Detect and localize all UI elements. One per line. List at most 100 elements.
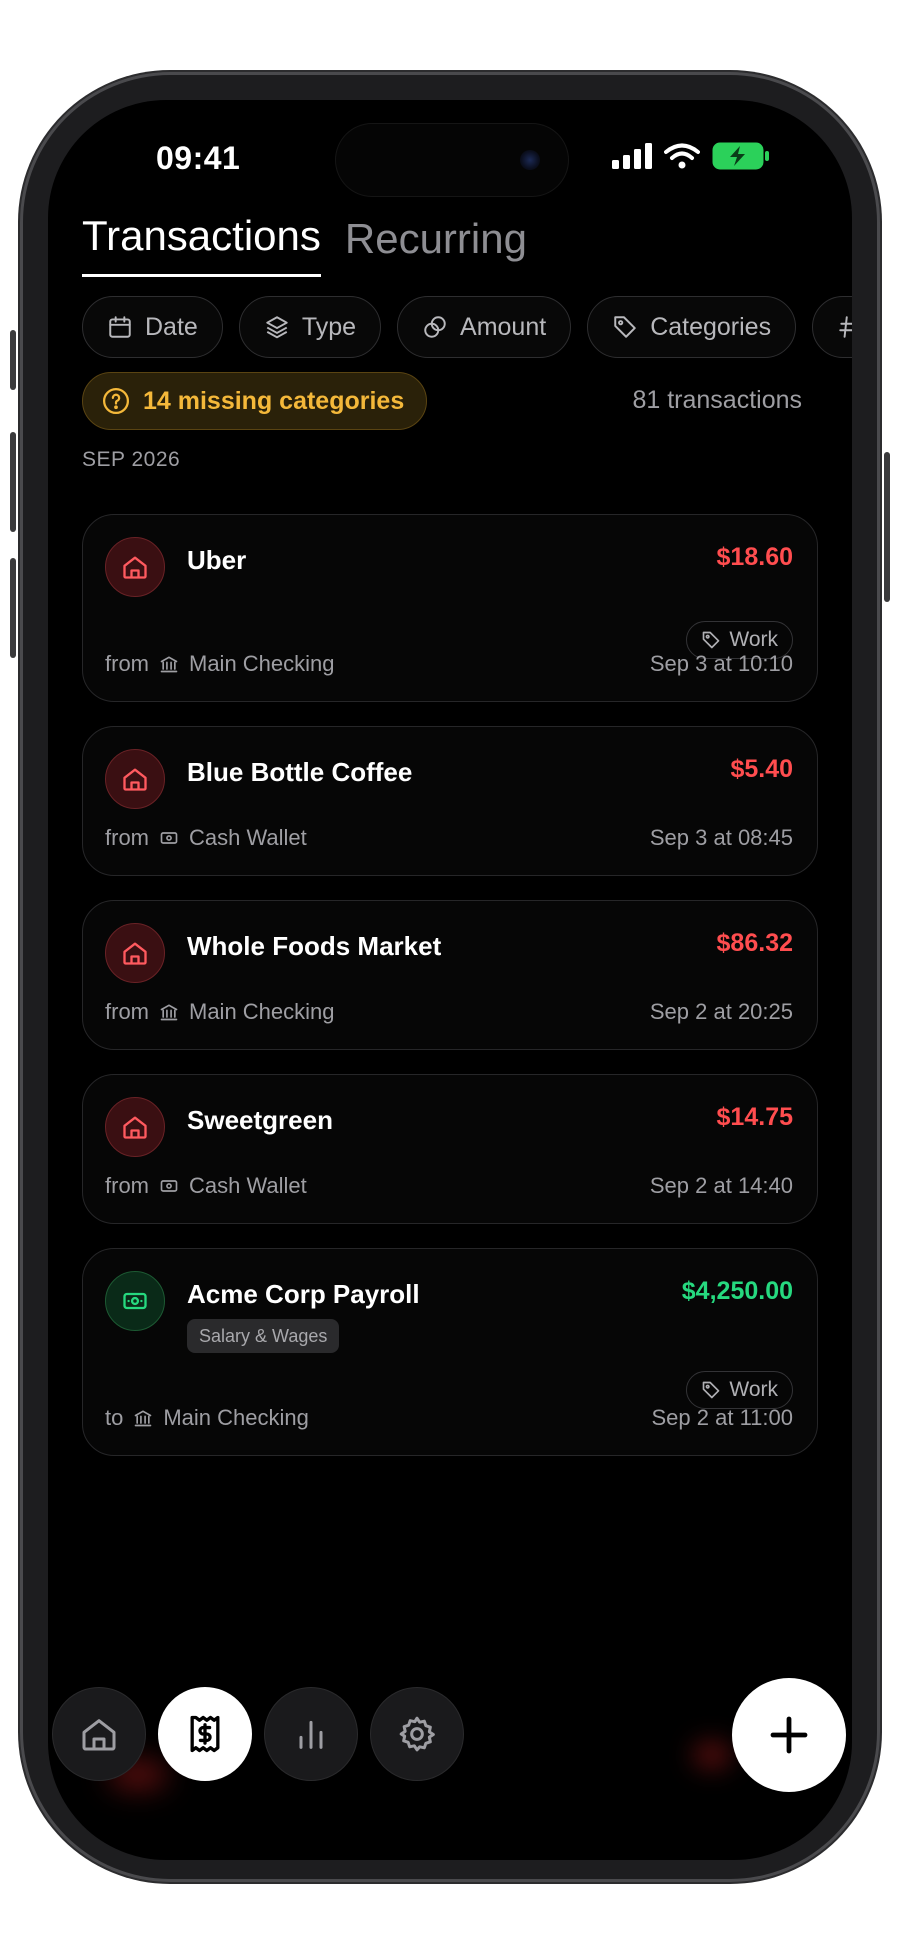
hash-icon bbox=[839, 316, 852, 338]
transaction-account: from Main Checking bbox=[105, 651, 335, 677]
filter-type-button[interactable]: Type bbox=[238, 296, 382, 358]
filter-date-button[interactable]: Date bbox=[82, 296, 223, 358]
account-label: Main Checking bbox=[163, 1405, 309, 1430]
calendar-icon bbox=[109, 316, 131, 338]
transaction-date: Sep 3 at 08:45 bbox=[649, 825, 793, 850]
banknote-icon bbox=[123, 1292, 147, 1310]
tag-icon bbox=[703, 1381, 720, 1399]
filter-categories-label: Categories bbox=[650, 312, 772, 341]
transaction-name: Sweetgreen bbox=[187, 1105, 333, 1135]
segment-tabs: Transactions Recurring bbox=[82, 212, 527, 277]
filter-amount-label: Amount bbox=[460, 312, 547, 341]
transaction-date: Sep 3 at 10:10 bbox=[649, 651, 793, 676]
transaction-account: from Cash Wallet bbox=[105, 825, 307, 851]
category-icon bbox=[105, 923, 165, 983]
transaction-name: Blue Bottle Coffee bbox=[187, 757, 413, 787]
tag-icon bbox=[614, 316, 636, 338]
nav-settings-button[interactable] bbox=[370, 1687, 464, 1781]
tag-label: Work bbox=[729, 628, 778, 651]
nav-home-button[interactable] bbox=[52, 1687, 146, 1781]
nav-transactions-button[interactable] bbox=[158, 1687, 252, 1781]
transaction-name: Uber bbox=[187, 545, 247, 575]
transaction-card-acme-payroll[interactable]: Acme Corp Payroll $4,250.00 Salary & Wag… bbox=[82, 1248, 818, 1456]
home-icon bbox=[123, 768, 147, 791]
fab-glow bbox=[692, 1740, 732, 1770]
transaction-date: Sep 2 at 14:40 bbox=[649, 1173, 793, 1198]
volume-up-button bbox=[10, 432, 16, 532]
cash-icon bbox=[160, 1180, 178, 1192]
account-label: Main Checking bbox=[189, 999, 335, 1024]
nav-stats-button[interactable] bbox=[264, 1687, 358, 1781]
bar-chart-icon bbox=[299, 1720, 323, 1749]
month-header: SEP 2026 bbox=[82, 448, 181, 471]
transaction-name: Acme Corp Payroll bbox=[187, 1279, 420, 1309]
coins-icon bbox=[424, 316, 446, 338]
direction-label: from bbox=[105, 999, 149, 1024]
direction-label: from bbox=[105, 1173, 149, 1198]
filter-bar: Date Type Amount Categories bbox=[82, 296, 852, 358]
transaction-date: Sep 2 at 11:00 bbox=[651, 1405, 794, 1430]
transaction-amount: $86.32 bbox=[716, 929, 793, 957]
filter-tags-button[interactable] bbox=[812, 296, 852, 358]
transaction-count: 81 transactions bbox=[632, 386, 802, 414]
mute-switch bbox=[10, 330, 16, 390]
bank-icon bbox=[160, 656, 178, 673]
filter-amount-button[interactable]: Amount bbox=[397, 296, 572, 358]
home-icon bbox=[82, 1719, 116, 1751]
category-icon bbox=[105, 1097, 165, 1157]
transaction-date: Sep 2 at 20:25 bbox=[649, 999, 793, 1024]
bank-icon bbox=[135, 1410, 152, 1427]
camera-icon bbox=[520, 150, 540, 170]
status-icons bbox=[612, 142, 770, 170]
power-button bbox=[884, 452, 890, 602]
home-icon bbox=[123, 556, 147, 579]
status-time: 09:41 bbox=[156, 140, 241, 176]
layers-icon bbox=[266, 316, 288, 339]
transaction-amount: $14.75 bbox=[716, 1103, 793, 1131]
filter-type-label: Type bbox=[301, 312, 357, 341]
question-circle-icon bbox=[103, 388, 129, 414]
wifi-icon bbox=[664, 143, 700, 169]
volume-down-button bbox=[10, 558, 16, 658]
category-icon bbox=[105, 1271, 165, 1331]
home-icon bbox=[123, 942, 147, 965]
tab-recurring[interactable]: Recurring bbox=[345, 215, 527, 277]
category-icon bbox=[105, 749, 165, 809]
tag-label: Work bbox=[729, 1378, 778, 1401]
plus-icon bbox=[770, 1716, 808, 1754]
account-label: Cash Wallet bbox=[189, 1173, 307, 1198]
direction-label: from bbox=[105, 651, 149, 676]
tab-transactions[interactable]: Transactions bbox=[82, 212, 321, 277]
app-screen: 09:41 Transactions Recurring Date Type A… bbox=[48, 100, 852, 1860]
bank-icon bbox=[160, 1004, 178, 1021]
transaction-name: Whole Foods Market bbox=[187, 931, 442, 961]
gear-icon bbox=[399, 1716, 435, 1752]
transaction-card-sweetgreen[interactable]: Sweetgreen $14.75 from Cash Wallet Sep 2… bbox=[82, 1074, 818, 1224]
account-label: Main Checking bbox=[189, 651, 335, 676]
account-label: Cash Wallet bbox=[189, 825, 307, 850]
transaction-card-blue-bottle[interactable]: Blue Bottle Coffee $5.40 from Cash Walle… bbox=[82, 726, 818, 876]
category-icon bbox=[105, 537, 165, 597]
missing-categories-label: 14 missing categories bbox=[143, 386, 405, 415]
direction-label: to bbox=[105, 1405, 124, 1430]
receipt-dollar-icon bbox=[190, 1715, 220, 1753]
dynamic-island bbox=[336, 124, 568, 196]
home-icon bbox=[123, 1116, 147, 1139]
direction-label: from bbox=[105, 825, 149, 850]
transaction-account: from Main Checking bbox=[105, 999, 335, 1025]
battery-charging-icon bbox=[712, 142, 769, 170]
transaction-amount: $4,250.00 bbox=[681, 1277, 793, 1305]
transaction-card-whole-foods[interactable]: Whole Foods Market $86.32 from Main Chec… bbox=[82, 900, 818, 1050]
missing-categories-badge[interactable]: 14 missing categories bbox=[82, 372, 428, 430]
transaction-account: to Main Checking bbox=[105, 1405, 309, 1431]
cash-icon bbox=[160, 832, 178, 844]
category-badge: Salary & Wages bbox=[187, 1319, 340, 1353]
signal-icon bbox=[612, 143, 652, 169]
tag-icon bbox=[703, 631, 720, 649]
filter-categories-button[interactable]: Categories bbox=[587, 296, 797, 358]
bottom-tab-bar bbox=[52, 1687, 464, 1781]
transaction-card-uber[interactable]: Uber $18.60 Work from Main Checking Sep … bbox=[82, 514, 818, 702]
tag-badge[interactable]: Work bbox=[686, 1371, 793, 1409]
transaction-account: from Cash Wallet bbox=[105, 1173, 307, 1199]
add-transaction-button[interactable] bbox=[732, 1678, 846, 1792]
